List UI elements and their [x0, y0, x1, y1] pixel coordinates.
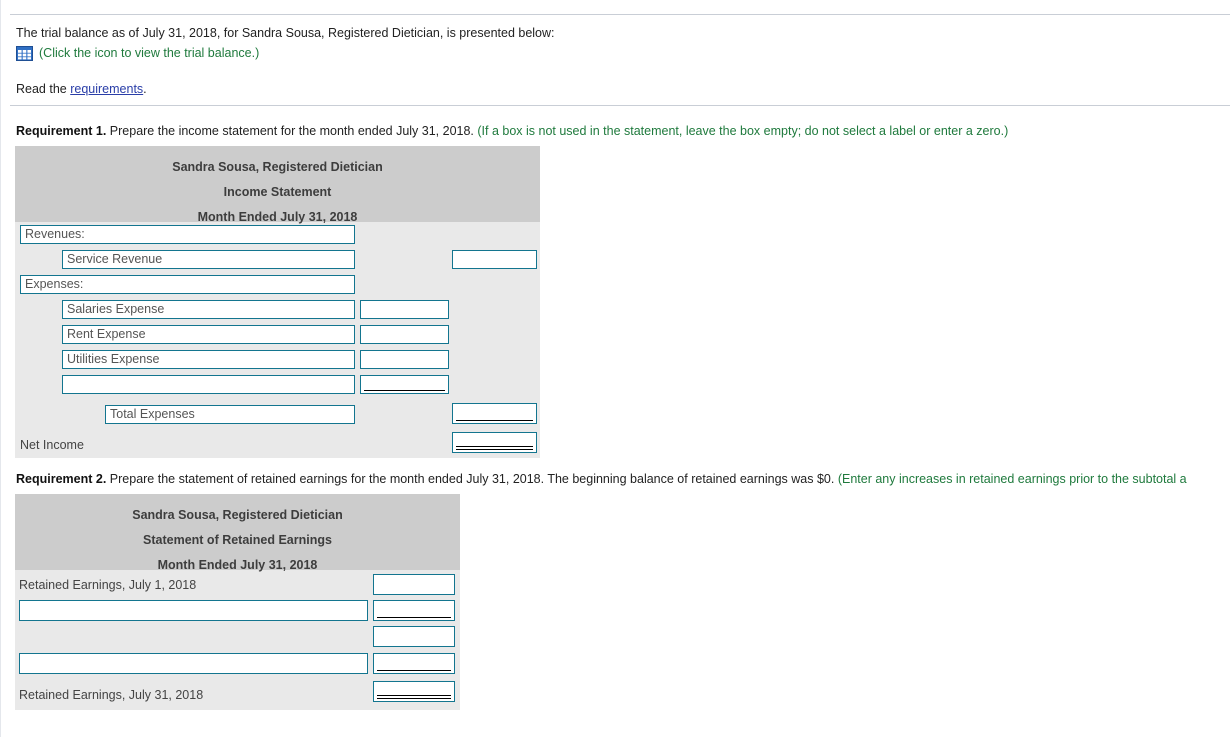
blank-expense-amount-input[interactable]: [360, 375, 449, 394]
salaries-expense-amount-input[interactable]: [360, 300, 449, 319]
expenses-section-label-input[interactable]: Expenses:: [20, 275, 355, 294]
income-statement-header: Sandra Sousa, Registered Dietician Incom…: [15, 146, 540, 224]
total-expenses-amount-input[interactable]: [452, 403, 537, 424]
table-row: Salaries Expense: [15, 297, 540, 322]
section-divider: [10, 105, 1230, 106]
revenues-section-label-input[interactable]: Revenues:: [20, 225, 355, 244]
spreadsheet-grid-icon[interactable]: [16, 45, 33, 61]
table-row: Service Revenue: [15, 247, 540, 272]
left-page-edge: [0, 0, 1, 737]
income-statement-table: Sandra Sousa, Registered Dietician Incom…: [15, 146, 540, 458]
total-expenses-label-input[interactable]: Total Expenses: [105, 405, 355, 424]
intro-text: The trial balance as of July 31, 2018, f…: [16, 26, 555, 40]
read-requirements-line: Read the requirements.: [16, 81, 147, 97]
ending-retained-earnings-amount-input[interactable]: [373, 681, 455, 702]
retained-earnings-subtotal-amount-input[interactable]: [373, 626, 455, 647]
net-income-label: Net Income: [20, 438, 84, 452]
requirements-link[interactable]: requirements: [70, 82, 143, 96]
read-suffix: .: [143, 82, 147, 96]
table-row: Revenues:: [15, 222, 540, 247]
table-row: Total Expenses: [15, 397, 540, 427]
beginning-retained-earnings-amount-input[interactable]: [373, 574, 455, 595]
rent-expense-label-input[interactable]: Rent Expense: [62, 325, 355, 344]
net-income-amount-input[interactable]: [452, 432, 537, 453]
read-prefix: Read the: [16, 82, 71, 96]
retained-earnings-header: Sandra Sousa, Registered Dietician State…: [15, 494, 460, 572]
retained-earnings-deduction-amount-input[interactable]: [373, 653, 455, 674]
intro-block: The trial balance as of July 31, 2018, f…: [16, 25, 555, 61]
blank-expense-label-input[interactable]: [62, 375, 355, 394]
income-statement-title: Income Statement: [223, 185, 332, 199]
table-row: Rent Expense: [15, 322, 540, 347]
utilities-expense-amount-input[interactable]: [360, 350, 449, 369]
beginning-retained-earnings-label: Retained Earnings, July 1, 2018: [19, 578, 197, 592]
service-revenue-amount-input[interactable]: [452, 250, 537, 269]
requirement-2-text: Requirement 2. Prepare the statement of …: [16, 471, 1187, 487]
table-row: [15, 597, 460, 624]
service-revenue-label-input[interactable]: Service Revenue: [62, 250, 355, 269]
retained-earnings-title: Statement of Retained Earnings: [143, 533, 332, 547]
retained-earnings-addition-amount-input[interactable]: [373, 600, 455, 621]
requirement-1-label: Requirement 1.: [16, 124, 107, 138]
table-row: Expenses:: [15, 272, 540, 297]
table-row: [15, 651, 460, 678]
requirement-1-hint: (If a box is not used in the statement, …: [477, 124, 1009, 138]
requirement-2-label: Requirement 2.: [16, 472, 107, 486]
utilities-expense-label-input[interactable]: Utilities Expense: [62, 350, 355, 369]
trial-balance-instruction[interactable]: (Click the icon to view the trial balanc…: [39, 45, 259, 61]
table-row: Net Income: [15, 427, 540, 457]
requirement-1-text: Requirement 1. Prepare the income statem…: [16, 123, 1008, 139]
requirement-1-instruction: Prepare the income statement for the mon…: [106, 124, 478, 138]
table-row: Retained Earnings, July 31, 2018: [15, 678, 460, 708]
income-statement-company: Sandra Sousa, Registered Dietician: [172, 160, 383, 174]
retained-earnings-addition-label-input[interactable]: [19, 600, 368, 621]
top-divider: [10, 14, 1230, 15]
ending-retained-earnings-label: Retained Earnings, July 31, 2018: [19, 688, 204, 702]
requirement-2-hint: (Enter any increases in retained earning…: [837, 472, 1187, 486]
trial-balance-link-row[interactable]: (Click the icon to view the trial balanc…: [16, 45, 555, 61]
table-row: [15, 372, 540, 397]
retained-earnings-table: Sandra Sousa, Registered Dietician State…: [15, 494, 460, 710]
table-row: Retained Earnings, July 1, 2018: [15, 570, 460, 597]
retained-earnings-company: Sandra Sousa, Registered Dietician: [132, 508, 343, 522]
table-row: Utilities Expense: [15, 347, 540, 372]
salaries-expense-label-input[interactable]: Salaries Expense: [62, 300, 355, 319]
rent-expense-amount-input[interactable]: [360, 325, 449, 344]
retained-earnings-deduction-label-input[interactable]: [19, 653, 368, 674]
table-row: [15, 624, 460, 651]
requirement-2-instruction: Prepare the statement of retained earnin…: [106, 472, 838, 486]
